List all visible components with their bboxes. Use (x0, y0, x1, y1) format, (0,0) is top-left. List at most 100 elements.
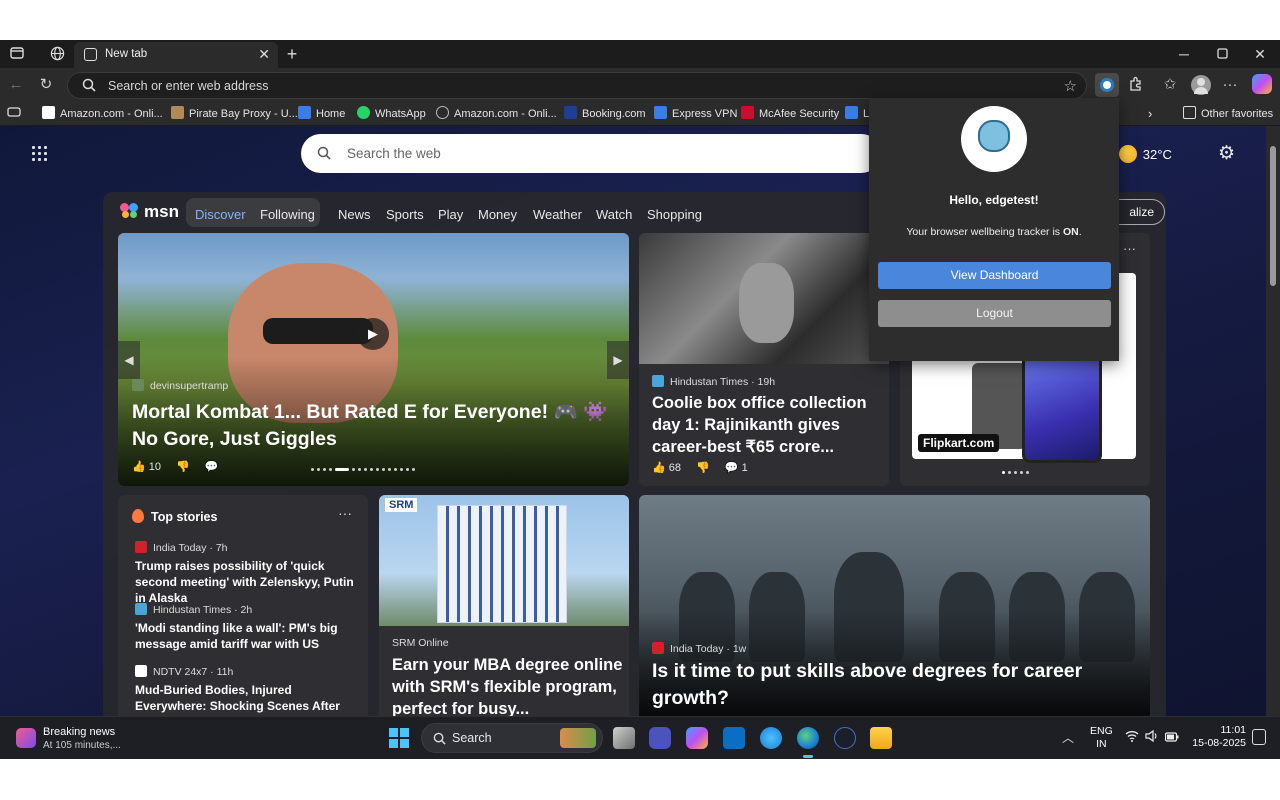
play-icon[interactable]: ▶ (357, 318, 389, 350)
bookmark-pirate-bay[interactable]: Pirate Bay Proxy - U... (171, 106, 298, 122)
more-options-icon[interactable]: ··· (1123, 241, 1136, 256)
address-bar[interactable]: Search or enter web address ☆ (67, 72, 1087, 99)
msn-logo[interactable]: msn (120, 202, 179, 224)
hp-icon[interactable] (834, 727, 856, 749)
maximize-icon[interactable] (1212, 45, 1232, 63)
tab-watch[interactable]: Watch (596, 207, 632, 222)
more-options-icon[interactable]: ··· (338, 505, 352, 521)
bookmarks-overflow-chevron-icon[interactable]: › (1148, 106, 1152, 122)
more-options-icon[interactable]: ··· (1221, 76, 1239, 94)
like-icon[interactable]: 👍 (132, 461, 146, 473)
profile-avatar[interactable] (1191, 75, 1211, 95)
close-tab-icon[interactable]: ✕ (258, 46, 270, 63)
hero-headline[interactable]: Mortal Kombat 1... But Rated E for Every… (132, 399, 622, 453)
edge-icon[interactable] (797, 727, 819, 749)
page-settings-gear-icon[interactable]: ⚙ (1218, 142, 1235, 165)
bookmark-mcafee[interactable]: McAfee Security (741, 106, 839, 122)
skills-headline[interactable]: Is it time to put skills above degrees f… (652, 658, 1132, 712)
booking-icon (564, 106, 577, 119)
bookmark-booking[interactable]: Booking.com (564, 106, 646, 122)
carousel-dots[interactable] (311, 468, 418, 471)
like-count: 68 (668, 462, 682, 474)
tab-play[interactable]: Play (438, 207, 463, 222)
favorite-star-icon[interactable]: ☆ (1064, 77, 1077, 95)
favorites-bar-toggle-icon[interactable] (7, 106, 21, 122)
like-icon[interactable]: 👍 (652, 462, 666, 474)
app-launcher-icon[interactable] (32, 146, 50, 164)
extensions-icon[interactable] (1127, 76, 1145, 94)
minimize-icon[interactable]: ─ (1174, 45, 1194, 63)
ad-brand: Flipkart.com (918, 434, 1000, 452)
story-headline[interactable]: Trump raises possibility of 'quick secon… (135, 558, 360, 606)
carousel-prev-icon[interactable]: ◀ (118, 341, 140, 379)
notification-bell-icon[interactable] (1252, 729, 1266, 745)
tab-following[interactable]: Following (260, 207, 315, 222)
edge-beta-icon[interactable] (760, 727, 782, 749)
teams-icon[interactable] (649, 727, 671, 749)
news-widget-subtitle[interactable]: At 105 minutes,... (43, 740, 121, 751)
taskbar-search[interactable]: Search (421, 723, 603, 753)
tab-new-tab[interactable]: New tab ✕ (74, 42, 278, 68)
refresh-icon[interactable]: ↻ (37, 76, 55, 94)
other-favorites[interactable]: Other favorites (1183, 106, 1273, 122)
navigation-bar: ← ↻ Search or enter web address ☆ ✩ ··· (0, 68, 1280, 102)
language-indicator[interactable]: ENG IN (1090, 725, 1113, 751)
wifi-icon[interactable] (1125, 730, 1139, 745)
tab-money[interactable]: Money (478, 207, 517, 222)
story-headline[interactable]: 'Modi standing like a wall': PM's big me… (135, 620, 360, 652)
battery-icon[interactable] (1164, 730, 1179, 745)
volume-icon[interactable] (1145, 729, 1159, 745)
bookmark-amazon-1[interactable]: Amazon.com - Onli... (42, 106, 163, 122)
file-explorer-icon[interactable] (870, 727, 892, 749)
task-view-icon[interactable] (613, 727, 635, 749)
news-widget-icon[interactable] (16, 728, 36, 748)
bookmark-linkedin-partial[interactable]: Li (845, 106, 872, 122)
system-clock[interactable]: 11:01 15-08-2025 (1190, 724, 1246, 750)
tab-discover[interactable]: Discover (195, 207, 246, 222)
story-headline[interactable]: Mud-Buried Bodies, Injured Everywhere: S… (135, 682, 360, 716)
back-icon[interactable]: ← (7, 76, 25, 94)
bookmark-whatsapp[interactable]: WhatsApp (357, 106, 426, 122)
tab-news[interactable]: News (338, 207, 371, 222)
close-window-icon[interactable]: ✕ (1250, 45, 1270, 63)
windows-start-icon[interactable] (389, 728, 409, 748)
search-icon (433, 732, 446, 745)
bookmark-home[interactable]: Home (298, 106, 345, 122)
wellbeing-extension-button[interactable] (1095, 73, 1119, 97)
search-highlight-image (560, 728, 596, 748)
carousel-next-icon[interactable]: ▶ (607, 341, 629, 379)
favorites-icon[interactable]: ✩ (1161, 76, 1179, 94)
coolie-headline[interactable]: Coolie box office collection day 1: Raji… (652, 392, 882, 458)
news-card-skills[interactable]: India Today · 1w Is it time to put skill… (639, 495, 1150, 716)
tab-actions-icon[interactable] (9, 46, 25, 62)
comment-icon[interactable]: 💬 (725, 462, 739, 474)
new-tab-icon (84, 48, 97, 61)
pirate-bay-icon (171, 106, 184, 119)
bookmark-expressvpn[interactable]: Express VPN (654, 106, 737, 122)
show-hidden-icons-chevron-icon[interactable]: ︿ (1062, 729, 1074, 746)
bookmark-amazon-2[interactable]: Amazon.com - Onli... (436, 106, 557, 122)
vscode-icon[interactable] (723, 727, 745, 749)
view-dashboard-button[interactable]: View Dashboard (878, 262, 1111, 289)
copilot-app-icon[interactable] (686, 727, 708, 749)
dislike-icon[interactable]: 👎 (176, 461, 190, 473)
ad-carousel-dots[interactable] (1002, 471, 1032, 474)
workspaces-globe-icon[interactable] (49, 46, 65, 62)
ad-card-srm[interactable]: SRM SRM Online Earn your MBA degree onli… (379, 495, 629, 716)
srm-headline[interactable]: Earn your MBA degree online with SRM's f… (392, 654, 624, 716)
news-widget-title[interactable]: Breaking news (43, 726, 115, 738)
tab-shopping[interactable]: Shopping (647, 207, 702, 222)
copilot-icon[interactable] (1252, 74, 1272, 94)
logout-button[interactable]: Logout (878, 300, 1111, 327)
comment-icon[interactable]: 💬 (205, 461, 219, 473)
news-card-coolie[interactable]: Hindustan Times · 19h Coolie box office … (639, 233, 889, 486)
web-search-input[interactable]: Search the web (301, 134, 881, 173)
dislike-icon[interactable]: 👎 (696, 462, 710, 474)
new-tab-plus-icon[interactable]: + (284, 45, 300, 63)
tab-bar: New tab ✕ + ─ ✕ (0, 40, 1280, 68)
hero-video-card[interactable]: ▶ ◀ ▶ devinsupertramp Mortal Kombat 1...… (118, 233, 629, 486)
tab-sports[interactable]: Sports (386, 207, 424, 222)
page-scrollbar[interactable] (1266, 126, 1280, 716)
wellbeing-extension-popup: Hello, edgetest! Your browser wellbeing … (869, 98, 1119, 361)
tab-weather[interactable]: Weather (533, 207, 582, 222)
